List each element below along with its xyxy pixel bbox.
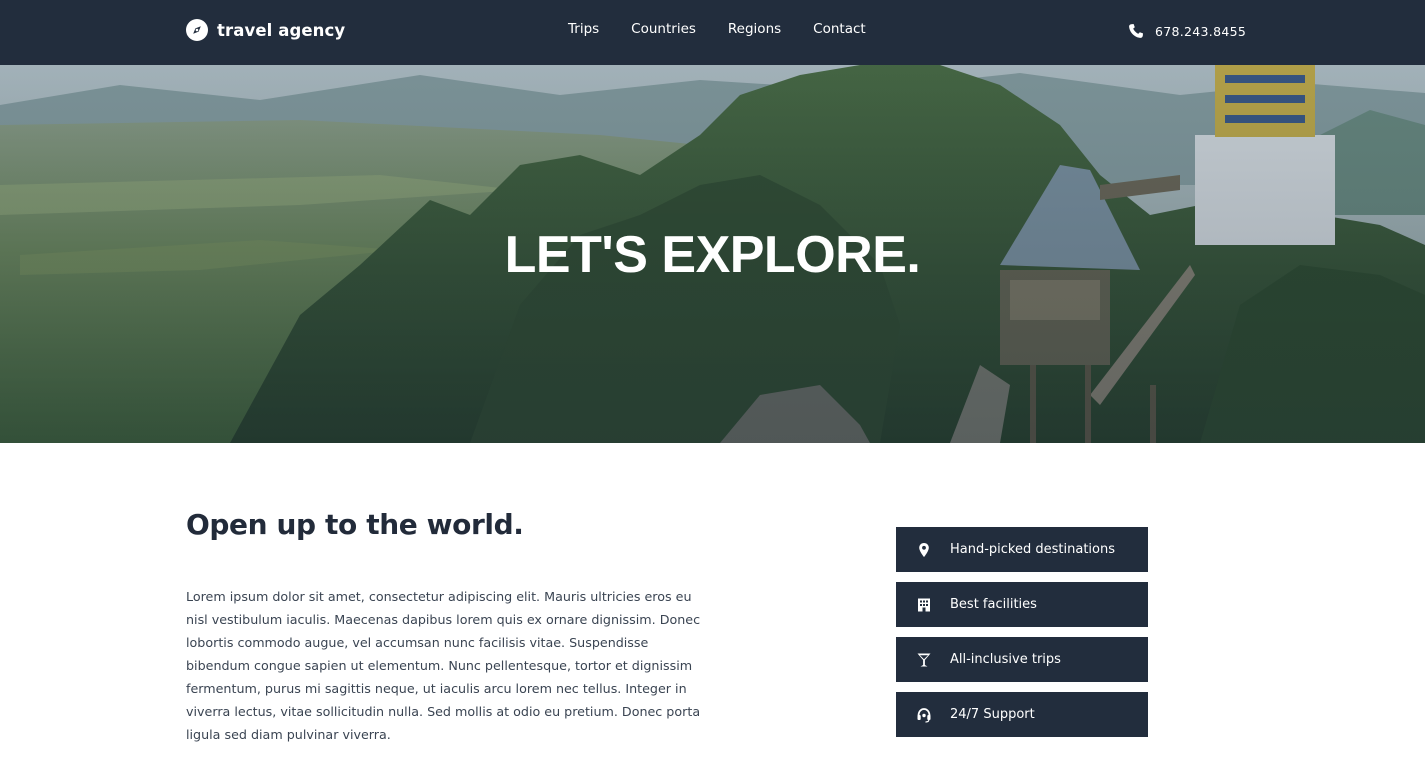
nav-item-countries[interactable]: Countries — [615, 19, 712, 39]
cocktail-glass-icon — [916, 652, 932, 668]
phone-icon — [1128, 23, 1144, 39]
feature-label: All-inclusive trips — [950, 652, 1061, 667]
headset-icon — [916, 707, 932, 723]
section-body-text: Lorem ipsum dolor sit amet, consectetur … — [186, 589, 701, 742]
top-navbar: travel agency Trips Countries Regions Co… — [0, 0, 1425, 65]
feature-all-inclusive-trips[interactable]: All-inclusive trips — [896, 637, 1148, 682]
compass-icon — [186, 19, 208, 41]
feature-label: Hand-picked destinations — [950, 542, 1115, 557]
hero-title: LET'S EXPLORE. — [504, 226, 921, 284]
nav-item-trips[interactable]: Trips — [552, 19, 615, 39]
feature-label: 24/7 Support — [950, 707, 1035, 722]
hero-banner: LET'S EXPLORE. — [0, 65, 1425, 443]
phone-link[interactable]: 678.243.8455 — [1128, 21, 1246, 41]
brand-name: travel agency — [217, 20, 346, 40]
section-heading: Open up to the world. — [186, 508, 524, 541]
phone-number: 678.243.8455 — [1155, 23, 1247, 39]
nav-item-regions[interactable]: Regions — [712, 19, 797, 39]
main-nav: Trips Countries Regions Contact — [552, 19, 882, 39]
feature-best-facilities[interactable]: Best facilities — [896, 582, 1148, 627]
feature-hand-picked-destinations[interactable]: Hand-picked destinations — [896, 527, 1148, 572]
feature-list: Hand-picked destinations Best facilities… — [896, 527, 1148, 747]
feature-label: Best facilities — [950, 597, 1037, 612]
building-icon — [916, 597, 932, 613]
map-marker-icon — [916, 542, 932, 558]
brand-logo-link[interactable]: travel agency — [186, 18, 345, 42]
feature-support[interactable]: 24/7 Support — [896, 692, 1148, 737]
nav-item-contact[interactable]: Contact — [797, 19, 882, 39]
